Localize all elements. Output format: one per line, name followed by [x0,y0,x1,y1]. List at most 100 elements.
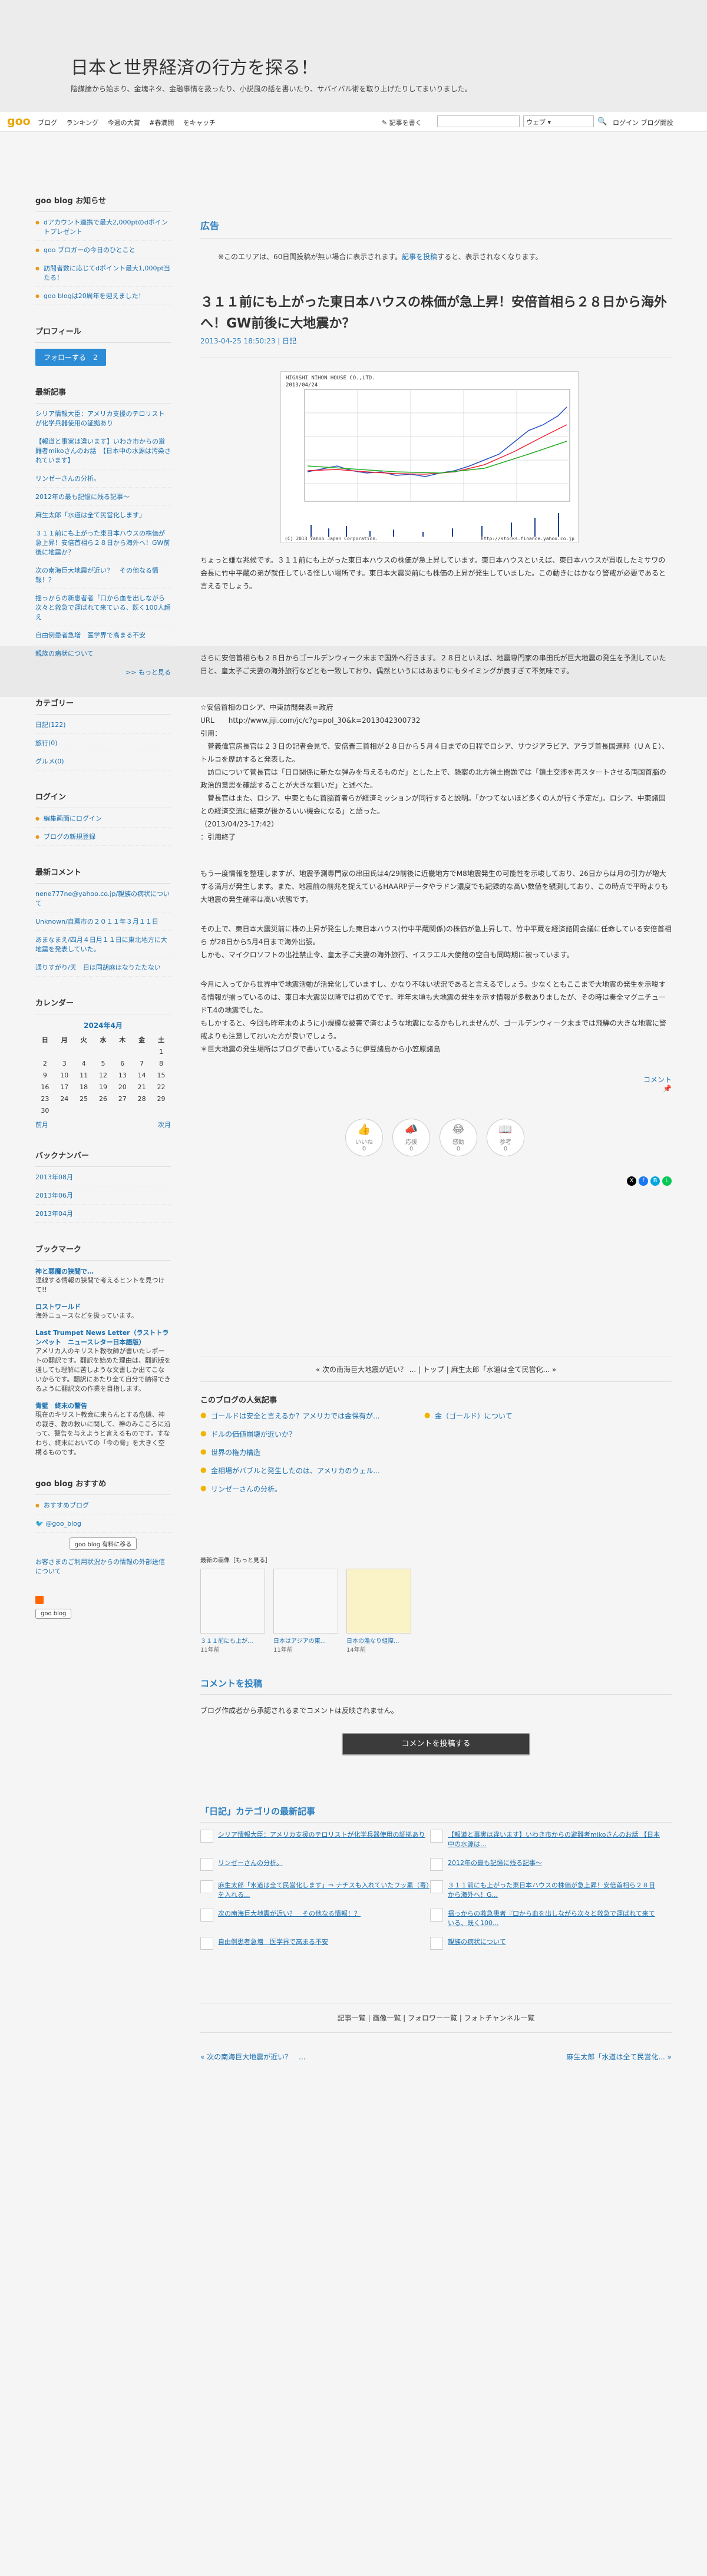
search-icon[interactable]: 🔍 [597,117,607,126]
notice-item[interactable]: goo ブロガーの今日のひとこと [35,246,171,259]
entry-category-link[interactable]: 日記 [282,337,296,345]
write-article-link[interactable]: ✎ 記事を書く [382,118,422,127]
create-blog-link[interactable]: ブログ開設 [641,119,673,127]
entry-meta: 2013-04-25 18:50:23 | 日記 [200,336,672,358]
recent-item[interactable]: ３１１前にも上がった東日本ハウスの株価が急上昇！安倍首相ら２８日から海外へ！GW… [35,529,171,561]
external-send-link[interactable]: お客さまのご利用状況からの情報の外部送信について [35,1558,165,1575]
line-share-icon[interactable]: L [662,1176,672,1186]
recent-item[interactable]: 親族の病状について [35,649,171,663]
comment-item[interactable]: あまなまえ/四月４日月１１日に東北地方に大地震を発表していた。 [35,935,171,958]
login-item[interactable]: ブログの新規登録 [35,832,171,846]
recent-title: 最新記事 [35,386,171,404]
reaction-moved-button[interactable]: 😂 感動 0 [440,1119,477,1156]
category-item[interactable]: 旅行(0) [35,739,171,752]
notice-item[interactable]: dアカウント連携で最大2,000ptのdポイントプレゼント [35,218,171,241]
hatena-share-icon[interactable]: B [650,1176,660,1186]
goo-blog-badge[interactable]: goo blog [35,1609,72,1619]
nav-link-catch[interactable]: をキャッチ [183,119,216,127]
comment-item[interactable]: Unknown/自薦市の２０１１年３月１１日 [35,917,171,931]
paid-badge[interactable]: goo blog 有料に移る [69,1537,137,1550]
search-scope-select[interactable]: ウェブ ▾ [523,115,594,127]
blog-title[interactable]: 日本と世界経済の行方を探る！ [71,53,318,79]
category-latest-item[interactable]: 揺っからの救急患者『口から血を出しながら次々と救急で運ばれて来ている、既く100… [430,1909,660,1927]
popular-item[interactable]: 世界の権力構造 [200,1447,424,1457]
recommend-item[interactable]: 🐦 @goo_blog [35,1519,171,1533]
reaction-reference-button[interactable]: 📖 参考 0 [487,1119,524,1156]
backnumber-item[interactable]: 2013年06月 [35,1191,171,1205]
bookmark-desc: 海外ニュースなどを扱っています。 [35,1312,138,1320]
comment-item[interactable]: 通りすがり/天 日は同胡麻はなりたたない [35,963,171,977]
footer-links[interactable]: 記事一覧 | 画像一覧 | フォロワー一覧 | フォトチャンネル一覧 [200,2003,672,2033]
recent-more-link[interactable]: >> もっと見る [35,667,171,677]
category-latest-item[interactable]: 【報道と事実は違います】いわき市からの避難者mikoさんのお話 【日本中の水源は… [430,1830,660,1848]
recent-item[interactable]: 揺っからの新息者者「口から血を出しながら次々と救急で運ばれて来ている、既く100… [35,594,171,626]
entry-title[interactable]: ３１１前にも上がった東日本ハウスの株価が急上昇！安倍首相ら２８日から海外へ！GW… [200,292,672,335]
blog-header: 日本と世界経済の行方を探る！ 陰謀論から始まり、金塊ネタ、金融事情を扱ったり、小… [0,0,707,112]
login-link[interactable]: ログイン [613,119,639,127]
login-item[interactable]: 編集画面にログイン [35,814,171,828]
calendar-prev[interactable]: 前月 [35,1120,48,1129]
bookmark-link[interactable]: Last Trumpet News Letter（ラストトランペット ニュースレ… [35,1328,171,1347]
search-input[interactable] [437,115,520,127]
category-latest-item[interactable]: ３１１前にも上がった東日本ハウスの株価が急上昇！安倍首相ら２８日から海外へ！G.… [430,1880,660,1899]
bookmark-link[interactable]: 青藍 終末の警告 [35,1401,171,1410]
comment-item[interactable]: nene777ne@yahoo.co.jp/親族の病状について [35,889,171,912]
nav-link-blog[interactable]: ブログ [38,119,57,127]
recent-item[interactable]: シリア情報大臣：アメリカ支援のテロリストが化学兵器使用の証拠あり [35,409,171,432]
recent-item[interactable]: リンゼーさんの分析。 [35,474,171,488]
image-thumb[interactable]: ３１１前にも上が... 11年前 [200,1569,265,1654]
nav-link-ranking[interactable]: ランキング [67,119,99,127]
category-latest-item[interactable]: シリア情報大臣：アメリカ支援のテロリストが化学兵器使用の証拠あり [200,1830,430,1848]
login-section: ログイン 編集画面にログイン ブログの新規登録 [35,791,171,846]
entry-paragraph: 今月に入ってから世界中で地震活動が活発化していますし、かなり不味い状況であると言… [200,980,666,1053]
post-comment-button[interactable]: コメントを投稿する [342,1733,530,1755]
recent-item[interactable]: 次の南海巨大地震が近い？ その他なる情報！？ [35,566,171,589]
goo-logo[interactable]: goo [7,115,31,128]
category-latest-item[interactable]: 2012年の最も記憶に残る記事～ [430,1858,660,1871]
x-share-icon[interactable]: X [627,1176,636,1186]
recent-images-title[interactable]: 最新の画像［もっと見る］ [200,1555,672,1564]
bookmark-link[interactable]: 神と悪魔の狭間で… [35,1266,171,1276]
reaction-like-button[interactable]: 👍 いいね 0 [345,1119,383,1156]
document-icon [200,1830,213,1843]
recent-item[interactable]: 【報道と事実は違います】いわき市からの避難者mikoさんのお話 【日本中の水源は… [35,437,171,469]
image-thumb[interactable]: 日本はアジアの東... 11年前 [273,1569,338,1654]
popular-item[interactable]: ゴールドは安全と言えるか？アメリカでは金保有が... [200,1411,424,1421]
footer-prev-link[interactable]: « 次の南海巨大地震が近い？ ... [200,2052,306,2062]
category-latest-item[interactable]: 自由例患者急増 医学界で高まる不安 [200,1937,430,1950]
category-item[interactable]: 日記(122) [35,720,171,734]
category-latest-item[interactable]: 麻生太郎「水道は全て民営化します」⇒ ナチスも入れていたフッ素（毒）を入れる..… [200,1880,430,1899]
image-thumb[interactable]: 日本の漁なり組際... 14年前 [346,1569,411,1654]
category-item[interactable]: グルメ(0) [35,757,171,771]
notice-title: goo blog お知らせ [35,194,171,212]
bookmark-section: ブックマーク 神と悪魔の狭間で… 混線する情報の狭間で考えるヒントを見つけて!!… [35,1243,171,1457]
facebook-share-icon[interactable]: f [639,1176,648,1186]
calendar-next[interactable]: 次月 [158,1120,171,1129]
popular-item[interactable]: 金（ゴールド）について [424,1411,648,1421]
nav-link-weekly[interactable]: 今週の大賞 [108,119,140,127]
nav-link-spring[interactable]: #春満開 [149,119,174,127]
backnumber-item[interactable]: 2013年04月 [35,1209,171,1223]
category-latest-item[interactable]: リンゼーさんの分析。 [200,1858,430,1871]
backnumber-item[interactable]: 2013年08月 [35,1173,171,1186]
goo-global-nav: goo ブログ ランキング 今週の大賞 #春満開 をキャッチ ✎ 記事を書く ウ… [0,112,707,132]
recent-item[interactable]: 自由例患者急増 医学界で高まる不安 [35,631,171,644]
recommend-item[interactable]: おすすめブログ [35,1501,171,1514]
rss-icon[interactable] [35,1596,44,1604]
category-latest-item[interactable]: 親族の病状について [430,1937,660,1950]
popular-item[interactable]: 金相場がバブルと発生したのは、アメリカのウェル... [200,1466,424,1476]
comment-link[interactable]: コメント 📌 [200,1074,672,1093]
entry-pager[interactable]: « 次の南海巨大地震が近い？ ... | トップ | 麻生太郎「水道は全て民営化… [200,1357,672,1382]
notice-item[interactable]: goo blogは20周年を迎えました！ [35,292,171,305]
post-article-link[interactable]: 記事を投稿 [402,253,437,261]
category-latest-item[interactable]: 次の南海巨大地震が近い？ その他なる情報！？ [200,1909,430,1927]
recent-item[interactable]: 2012年の最も記憶に残る記事～ [35,492,171,506]
reaction-cheer-button[interactable]: 📣 応援 0 [392,1119,430,1156]
notice-item[interactable]: 訪問者数に応じてdポイント最大1,000pt当たる！ [35,264,171,287]
popular-item[interactable]: リンゼーさんの分析。 [200,1484,424,1494]
popular-item[interactable]: ドルの価値崩壊が近いか？ [200,1429,424,1439]
bookmark-link[interactable]: ロストワールド [35,1302,171,1311]
recent-item[interactable]: 麻生太郎「水道は全て民営化します」 [35,511,171,524]
follow-button[interactable]: フォローする 2 [35,349,106,366]
footer-next-link[interactable]: 麻生太郎「水道は全て民営化... » [566,2052,672,2062]
